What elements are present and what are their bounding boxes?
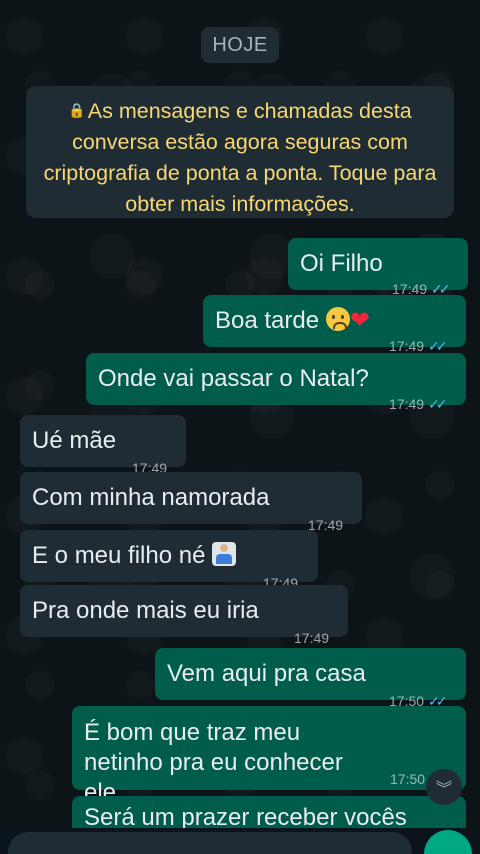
message-text: Ué mãe bbox=[32, 427, 117, 454]
message-bubble-out[interactable]: Vem aqui pra casa 17:50 ✓✓ bbox=[155, 648, 466, 709]
read-ticks-icon: ✓✓ bbox=[428, 396, 448, 412]
message-time: 17:49 bbox=[389, 338, 425, 354]
message-bubble-in[interactable]: E o meu filho né 17:49 bbox=[20, 530, 318, 591]
read-ticks-icon: ✓✓ bbox=[428, 338, 448, 354]
date-chip-label: HOJE bbox=[212, 33, 268, 56]
message-bubble-in[interactable]: Ué mãe 17:49 bbox=[20, 415, 186, 476]
message-time: 17:49 bbox=[294, 630, 330, 646]
encryption-notice[interactable]: 🔒As mensagens e chamadas desta conversa … bbox=[26, 86, 454, 218]
message-text: Boa tarde bbox=[215, 307, 320, 334]
message-text: E o meu filho né bbox=[32, 542, 206, 569]
message-meta: 17:50 bbox=[390, 764, 425, 794]
message-bubble-out[interactable]: Oi Filho 17:49 ✓✓ bbox=[288, 238, 468, 297]
message-text: Pra onde mais eu iria bbox=[32, 597, 259, 624]
message-text: Com minha namorada bbox=[32, 484, 270, 511]
message-meta: 17:49 ✓✓ bbox=[389, 378, 448, 430]
message-bubble-out[interactable]: Onde vai passar o Natal? 17:49 ✓✓ bbox=[86, 353, 466, 412]
message-time: 17:49 bbox=[389, 396, 425, 412]
scroll-to-bottom-button[interactable]: ︾ bbox=[426, 769, 462, 805]
message-bubble-out[interactable]: Boa tarde ❤ 17:49 ✓✓ bbox=[203, 295, 466, 354]
message-bubble-in[interactable]: Com minha namorada 17:49 bbox=[20, 472, 362, 533]
message-bubble-out[interactable]: É bom que traz meu netinho pra eu conhec… bbox=[72, 706, 466, 806]
message-text: Oi Filho bbox=[300, 250, 383, 277]
message-input[interactable] bbox=[8, 832, 412, 854]
message-bubble-out[interactable]: Será um prazer receber vocês bbox=[72, 796, 466, 828]
message-text: É bom que traz meu netinho pra eu conhec… bbox=[84, 719, 343, 806]
date-chip: HOJE bbox=[201, 27, 279, 63]
red-heart-icon: ❤ bbox=[349, 307, 370, 334]
message-text: Será um prazer receber vocês bbox=[84, 804, 407, 828]
person-shrugging-icon bbox=[212, 542, 237, 566]
encryption-notice-text: As mensagens e chamadas desta conversa e… bbox=[43, 99, 437, 216]
lock-icon: 🔒 bbox=[68, 102, 86, 118]
message-time: 17:50 bbox=[390, 771, 426, 787]
sad-face-icon bbox=[325, 307, 350, 331]
message-text: Vem aqui pra casa bbox=[167, 660, 366, 687]
chat-area[interactable]: HOJE 🔒As mensagens e chamadas desta conv… bbox=[0, 0, 480, 828]
chevron-double-down-icon: ︾ bbox=[435, 781, 452, 798]
message-text: Onde vai passar o Natal? bbox=[98, 365, 369, 392]
message-bubble-in[interactable]: Pra onde mais eu iria 17:49 bbox=[20, 585, 348, 646]
